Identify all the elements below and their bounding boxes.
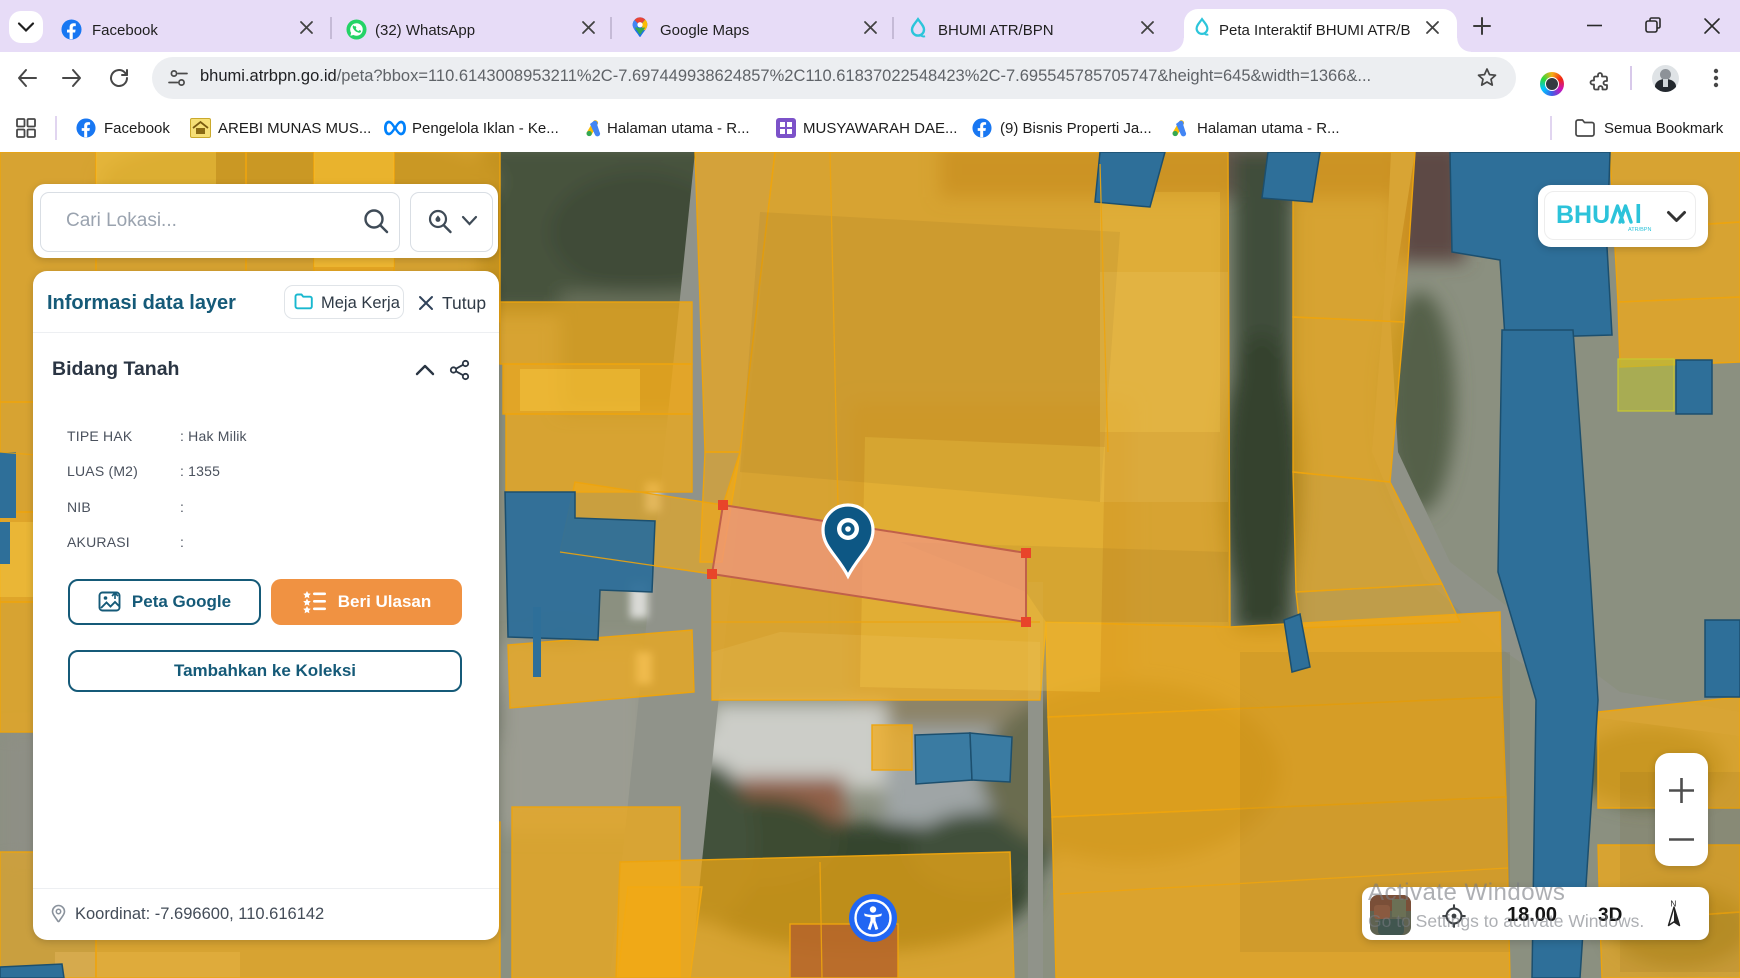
svg-text:ATR/BPN: ATR/BPN: [1628, 227, 1651, 233]
svg-text:BHU: BHU: [1556, 201, 1610, 229]
